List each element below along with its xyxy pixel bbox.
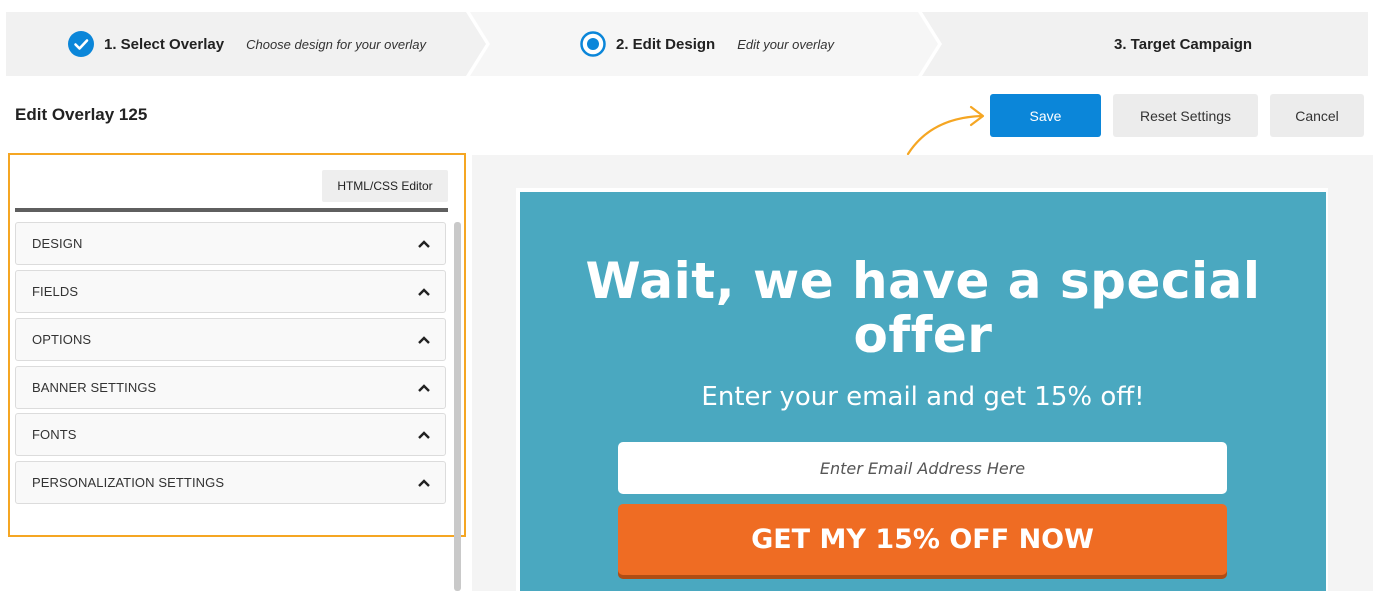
accordion-personalization-settings[interactable]: PERSONALIZATION SETTINGS [15,461,446,504]
accordion-options[interactable]: OPTIONS [15,318,446,361]
accordion-label: FONTS [32,427,77,442]
step-select-overlay[interactable]: 1. Select Overlay Choose design for your… [68,12,426,76]
accordion-fonts[interactable]: FONTS [15,413,446,456]
page-title: Edit Overlay 125 [15,105,148,124]
overlay-subheading: Enter your email and get 15% off! [701,382,1145,412]
chevron-up-icon [418,478,430,487]
chevron-up-icon [418,287,430,296]
chevron-up-icon [418,335,430,344]
accordion-design[interactable]: DESIGN [15,222,446,265]
step-title: 2. Edit Design [616,35,716,53]
settings-scrollbar[interactable] [454,222,461,591]
html-css-editor-button[interactable]: HTML/CSS Editor [322,170,448,202]
accordion-label: OPTIONS [32,332,92,347]
reset-settings-button[interactable]: Reset Settings [1113,94,1258,137]
step-subtitle: Edit your overlay [737,36,835,52]
email-field[interactable] [618,442,1227,494]
cancel-button[interactable]: Cancel [1270,94,1364,137]
step-title: 3. Target Campaign [1114,35,1253,53]
accordion-label: BANNER SETTINGS [32,380,157,395]
chevron-up-icon [418,430,430,439]
pointer-arrow-icon [906,105,985,156]
chevron-up-icon [418,383,430,392]
settings-panel: HTML/CSS Editor DESIGN FIELDS OPTIONS BA… [8,153,466,537]
check-circle-icon [68,31,94,57]
save-button[interactable]: Save [990,94,1101,137]
overlay-heading: Wait, we have a special offer [585,252,1261,364]
accordion-label: DESIGN [32,236,83,251]
panel-divider [15,208,448,212]
accordion-label: FIELDS [32,284,79,299]
step-edit-design[interactable]: 2. Edit Design Edit your overlay [580,12,834,76]
step-subtitle: Choose design for your overlay [246,36,427,52]
overlay-preview: Wait, we have a special offer Enter your… [520,192,1326,591]
radio-active-icon [580,31,606,57]
cta-button[interactable]: GET MY 15% OFF NOW [618,504,1227,575]
progress-stepper: 1. Select Overlay Choose design for your… [6,12,1368,76]
step-target-campaign[interactable]: 3. Target Campaign [1114,12,1252,76]
accordion-label: PERSONALIZATION SETTINGS [32,475,225,490]
accordion-fields[interactable]: FIELDS [15,270,446,313]
step-title: 1. Select Overlay [104,35,225,53]
accordion-banner-settings[interactable]: BANNER SETTINGS [15,366,446,409]
chevron-up-icon [418,239,430,248]
